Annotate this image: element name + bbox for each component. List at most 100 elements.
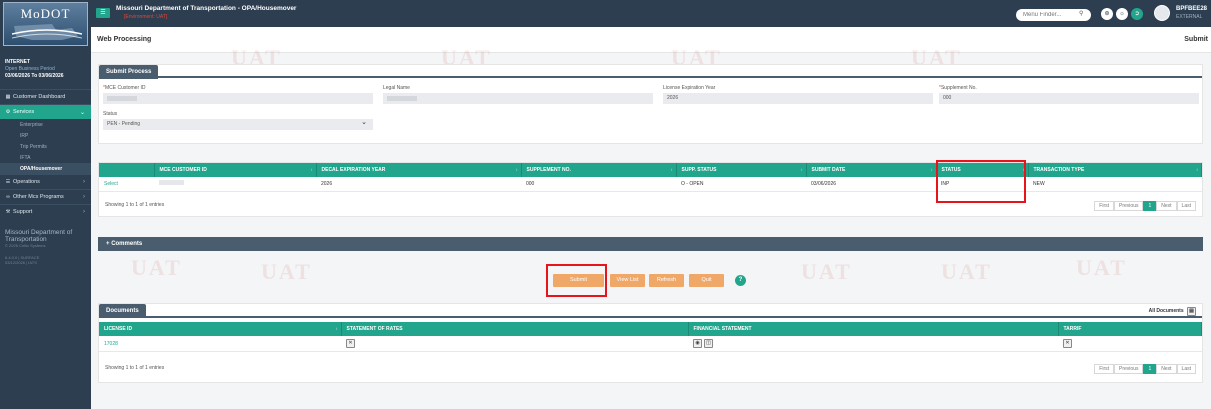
uat-watermark: UAT: [801, 259, 852, 284]
statement-of-rates-cell: ✕: [341, 336, 688, 352]
all-documents-button[interactable]: All Documents ▤: [1149, 307, 1198, 316]
sort-icon: ↕: [670, 167, 673, 172]
sidebar-item-label: Support: [13, 209, 33, 215]
pagination: First Previous 1 Next Last: [1094, 201, 1196, 211]
column-header: TARRIF: [1058, 322, 1202, 336]
tab-documents[interactable]: Documents: [99, 304, 146, 318]
search-icon[interactable]: ⚲: [1079, 10, 1083, 17]
hamburger-menu-button[interactable]: ☰: [96, 8, 110, 18]
select-link[interactable]: Select: [99, 177, 154, 192]
refresh-button[interactable]: Refresh: [649, 274, 684, 287]
sidebar-item-label: Operations: [13, 179, 40, 185]
user-id[interactable]: BPFBEE28: [1176, 6, 1207, 12]
pager-page-1[interactable]: 1: [1143, 201, 1157, 211]
page-action-title: Submit: [1184, 36, 1208, 43]
column-header[interactable]: STATUS ↕: [936, 163, 1029, 177]
status-cell: INP: [936, 177, 1028, 192]
logo-text: MoDOT: [20, 6, 71, 21]
pager-next[interactable]: Next: [1156, 364, 1177, 374]
info-button[interactable]: ?: [735, 275, 746, 286]
app-window: MoDOT INTERNET Open Business Period 03/0…: [0, 0, 1211, 409]
submit-process-panel: Submit Process *MCE Customer ID Legal Na…: [98, 64, 1203, 144]
table-row[interactable]: Select 2026 000 O - OPEN 03/06/2026 INP …: [99, 177, 1202, 192]
sort-icon: ↕: [800, 167, 803, 172]
grid-icon: ▦: [5, 94, 11, 100]
supplement-no-label: *Supplement No.: [939, 85, 977, 91]
supplement-no-field: 000: [939, 93, 1199, 104]
pager-first[interactable]: First: [1094, 201, 1115, 211]
power-icon: ➲: [1134, 11, 1140, 17]
sort-icon: ↕: [1022, 167, 1025, 172]
supplement-no-cell: 000: [521, 177, 676, 192]
chevron-down-icon: ⌄: [79, 109, 85, 116]
status-label: Status: [103, 111, 118, 117]
tarrif-cell: ✕: [1058, 336, 1202, 352]
column-header[interactable]: SUBMIT DATE ↕: [806, 163, 937, 177]
sidebar-subitem-ifta[interactable]: IFTA: [0, 152, 91, 163]
sort-icon: ↕: [515, 167, 518, 172]
column-header: FINANCIAL STATEMENT: [688, 322, 1059, 336]
decal-year-cell: 2026: [316, 177, 521, 192]
submit-date-cell: 03/06/2026: [806, 177, 936, 192]
tab-submit-process[interactable]: Submit Process: [99, 65, 159, 79]
legal-name-field: [383, 93, 653, 104]
sidebar-item-support[interactable]: ⚒ Support ›: [0, 204, 91, 219]
column-header[interactable]: SUPP. STATUS ↕: [676, 163, 807, 177]
notifications-button[interactable]: ☼: [1116, 8, 1128, 20]
pager-previous[interactable]: Previous: [1114, 364, 1144, 374]
wrench-icon: ⚒: [5, 209, 11, 215]
pager-last[interactable]: Last: [1176, 364, 1196, 374]
documents-panel: Documents All Documents ▤ LICENSE ID ↕ ST…: [98, 303, 1203, 383]
column-header[interactable]: SUPPLEMENT NO. ↕: [521, 163, 677, 177]
cart-button[interactable]: ⊛: [1101, 8, 1113, 20]
close-icon[interactable]: ✕: [346, 339, 355, 348]
pager-last[interactable]: Last: [1176, 201, 1196, 211]
sidebar-item-services[interactable]: ⚙ Services ⌄: [0, 104, 91, 119]
delete-icon[interactable]: ◫: [704, 339, 713, 348]
sidebar-item-label: Customer Dashboard: [13, 94, 66, 100]
view-icon[interactable]: ◉: [693, 339, 702, 348]
customer-id-field: [103, 93, 373, 104]
sidebar-subitem-trip-permits[interactable]: Trip Permits: [0, 141, 91, 152]
pager-previous[interactable]: Previous: [1114, 201, 1144, 211]
sidebar-item-customer-dashboard[interactable]: ▦ Customer Dashboard: [0, 89, 91, 104]
column-header[interactable]: DECAL EXPIRATION YEAR ↕: [316, 163, 522, 177]
cart-icon: ⊛: [1104, 11, 1110, 17]
logout-button[interactable]: ➲: [1131, 8, 1143, 20]
pager-first[interactable]: First: [1094, 364, 1115, 374]
column-header: [99, 163, 155, 177]
license-id-link[interactable]: 17028: [99, 336, 341, 352]
business-period-dates: 03/06/2026 To 03/06/2026: [5, 73, 64, 79]
pager-page-1[interactable]: 1: [1143, 364, 1157, 374]
column-header[interactable]: LICENSE ID ↕: [99, 322, 342, 336]
sidebar-item-operations[interactable]: ☰ Operations ›: [0, 174, 91, 189]
footer-vendor: © 2026 Celtic Systems: [5, 243, 46, 248]
modot-logo[interactable]: MoDOT: [3, 2, 88, 46]
close-icon[interactable]: ✕: [1063, 339, 1072, 348]
pager-next[interactable]: Next: [1156, 201, 1177, 211]
business-period-label: Open Business Period: [5, 66, 55, 72]
sidebar-subitem-irp[interactable]: IRP: [0, 130, 91, 141]
environment-label: [Environment: UAT]: [124, 14, 168, 20]
view-list-button[interactable]: View List: [610, 274, 645, 287]
column-header[interactable]: MCE CUSTOMER ID ↕: [154, 163, 317, 177]
comments-bar[interactable]: + Comments: [98, 237, 1203, 251]
footer-org: Missouri Department of Transportation: [5, 229, 73, 243]
submit-button[interactable]: Submit: [553, 274, 604, 287]
chevron-right-icon: ›: [83, 194, 85, 200]
folder-icon: ▤: [1187, 307, 1196, 316]
status-select[interactable]: PEN - Pending ⌄: [103, 119, 373, 130]
sidebar-item-other-mcs-programs[interactable]: ∞ Other Mcs Programs ›: [0, 189, 91, 204]
column-header[interactable]: TRANSACTION TYPE ↕: [1028, 163, 1202, 177]
footer-build: 03/12/2026 | IATS: [5, 260, 37, 265]
sidebar-subitem-enterprise[interactable]: Enterprise: [0, 119, 91, 130]
chevron-down-icon: ⌄: [361, 119, 367, 126]
quit-button[interactable]: Quit: [689, 274, 724, 287]
sidebar-subitem-opa-housemover[interactable]: OPA/Housemover: [0, 163, 91, 174]
documents-table: LICENSE ID ↕ STATEMENT OF RATES FINANCIAL…: [99, 322, 1202, 352]
sort-icon: ↕: [310, 167, 313, 172]
sort-icon: ↕: [930, 167, 933, 172]
avatar[interactable]: [1154, 5, 1170, 21]
uat-watermark: UAT: [261, 259, 312, 284]
supp-status-cell: O - OPEN: [676, 177, 806, 192]
